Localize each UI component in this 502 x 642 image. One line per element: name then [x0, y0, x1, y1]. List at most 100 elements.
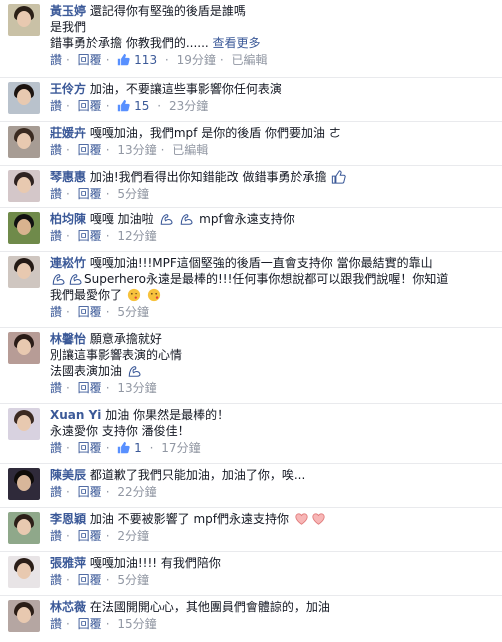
- comment-text: 嘎嘎加油!!!! 有我們陪你: [89, 556, 221, 570]
- timestamp[interactable]: 5分鐘: [117, 573, 149, 587]
- edited-label[interactable]: 已編輯: [232, 53, 268, 67]
- timestamp[interactable]: 5分鐘: [117, 187, 149, 201]
- commenter-name[interactable]: 林馨怡: [50, 332, 86, 346]
- like-count[interactable]: 1: [117, 441, 145, 455]
- comment: 王伶方 加油，不要讓這些事影響你任何表演 讚 · 回覆 · 15 · 23分鐘: [0, 78, 502, 122]
- like-button[interactable]: 讚: [50, 573, 62, 587]
- avatar[interactable]: [8, 468, 40, 500]
- kiss-emoji-icon: [147, 288, 160, 302]
- comment: 林馨怡 願意承擔就好 別讓這事影響表演的心情 法國表演加油 讚 · 回覆 · 13分…: [0, 328, 502, 404]
- commenter-name[interactable]: 琴惠惠: [50, 170, 86, 184]
- timestamp[interactable]: 5分鐘: [117, 305, 149, 319]
- like-button[interactable]: 讚: [50, 143, 62, 157]
- avatar[interactable]: [8, 256, 40, 288]
- timestamp[interactable]: 2分鐘: [117, 529, 149, 543]
- timestamp[interactable]: 23分鐘: [169, 99, 208, 113]
- timestamp[interactable]: 19分鐘: [177, 53, 216, 67]
- avatar[interactable]: [8, 556, 40, 588]
- comment: 張雅萍 嘎嘎加油!!!! 有我們陪你 讚 · 回覆 · 5分鐘: [0, 552, 502, 596]
- like-button[interactable]: 讚: [50, 53, 62, 67]
- comment: 林芯薇 在法國開開心心，其他團員們會體諒的，加油 讚 · 回覆 · 15分鐘: [0, 596, 502, 638]
- comment-actions: 讚 · 回覆 · 5分鐘: [50, 305, 149, 319]
- comment-text-line: 錯事勇於承擔 你教我們的......: [50, 36, 209, 50]
- comment: 莊媛卉 嘎嘎加油，我們mpf 是你的後盾 你們要加油 ㄜ 讚 · 回覆 · 13分鐘…: [0, 122, 502, 166]
- like-button[interactable]: 讚: [50, 229, 62, 243]
- comment-actions: 讚 · 回覆 · 1 · 17分鐘: [50, 441, 201, 455]
- comment-text: 加油，不要讓這些事影響你任何表演: [89, 82, 282, 96]
- comment-text: 在法國開開心心，其他團員們會體諒的，加油: [89, 600, 330, 614]
- reply-button[interactable]: 回覆: [78, 529, 102, 543]
- commenter-name[interactable]: 李恩穎: [50, 512, 86, 526]
- timestamp[interactable]: 22分鐘: [117, 485, 156, 499]
- timestamp[interactable]: 13分鐘: [117, 381, 156, 395]
- comment-text: 加油 不要被影響了 mpf們永遠支持你: [89, 512, 290, 526]
- like-button[interactable]: 讚: [50, 305, 62, 319]
- avatar[interactable]: [8, 408, 40, 440]
- heart-icon: [312, 513, 325, 525]
- thumbs-up-icon: [332, 170, 347, 184]
- like-button[interactable]: 讚: [50, 381, 62, 395]
- commenter-name[interactable]: 黃玉婷: [50, 4, 86, 18]
- like-count[interactable]: 15: [117, 99, 153, 113]
- comment-actions: 讚 · 回覆 · 22分鐘: [50, 485, 157, 499]
- reply-button[interactable]: 回覆: [78, 229, 102, 243]
- comment: 琴惠惠 加油!我們看得出你知錯能改 做錯事勇於承擔 讚 · 回覆 · 5分鐘: [0, 166, 502, 208]
- avatar[interactable]: [8, 332, 40, 364]
- comment-actions: 讚 · 回覆 · 15分鐘: [50, 617, 157, 631]
- comment-actions: 讚 · 回覆 · 13分鐘 · 已編輯: [50, 143, 209, 157]
- like-button[interactable]: 讚: [50, 441, 62, 455]
- commenter-name[interactable]: 王伶方: [50, 82, 86, 96]
- flexed-arm-icon: [160, 214, 172, 225]
- like-button[interactable]: 讚: [50, 529, 62, 543]
- reply-button[interactable]: 回覆: [78, 53, 102, 67]
- avatar[interactable]: [8, 126, 40, 158]
- reply-button[interactable]: 回覆: [78, 573, 102, 587]
- commenter-name[interactable]: 連崧竹: [50, 256, 86, 270]
- timestamp[interactable]: 17分鐘: [161, 441, 200, 455]
- commenter-name[interactable]: 陳美辰: [50, 468, 86, 482]
- commenter-name[interactable]: 柏均陳: [50, 212, 86, 226]
- see-more-link[interactable]: 查看更多: [213, 36, 261, 50]
- timestamp[interactable]: 13分鐘: [117, 143, 156, 157]
- timestamp[interactable]: 15分鐘: [117, 617, 156, 631]
- comment-text: 還記得你有堅強的後盾是誰嗎: [89, 4, 246, 18]
- comment-text: mpf會永遠支持你: [199, 212, 295, 226]
- avatar[interactable]: [8, 82, 40, 114]
- reply-button[interactable]: 回覆: [78, 99, 102, 113]
- reply-button[interactable]: 回覆: [78, 441, 102, 455]
- like-button[interactable]: 讚: [50, 617, 62, 631]
- timestamp[interactable]: 12分鐘: [117, 229, 156, 243]
- reply-button[interactable]: 回覆: [78, 617, 102, 631]
- comment-text: 都道歉了我們只能加油，加油了你，唉...: [89, 468, 306, 482]
- reply-button[interactable]: 回覆: [78, 381, 102, 395]
- flexed-arm-icon: [52, 274, 65, 285]
- comment-text: 加油 你果然是最棒的！: [105, 408, 230, 422]
- commenter-name[interactable]: Xuan Yi: [50, 408, 101, 422]
- commenter-name[interactable]: 張雅萍: [50, 556, 86, 570]
- commenter-name[interactable]: 莊媛卉: [50, 126, 86, 140]
- comment-text: 願意承擔就好: [89, 332, 162, 346]
- reply-button[interactable]: 回覆: [78, 305, 102, 319]
- avatar[interactable]: [8, 212, 40, 244]
- avatar[interactable]: [8, 512, 40, 544]
- like-button[interactable]: 讚: [50, 99, 62, 113]
- avatar[interactable]: [8, 170, 40, 202]
- commenter-name[interactable]: 林芯薇: [50, 600, 86, 614]
- thumbs-up-icon: [118, 53, 131, 66]
- comment-actions: 讚 · 回覆 · 5分鐘: [50, 187, 149, 201]
- avatar[interactable]: [8, 600, 40, 632]
- comment: 陳美辰 都道歉了我們只能加油，加油了你，唉... 讚 · 回覆 · 22分鐘: [0, 464, 502, 508]
- reply-button[interactable]: 回覆: [78, 485, 102, 499]
- comment-actions: 讚 · 回覆 · 13分鐘: [50, 381, 157, 395]
- reply-button[interactable]: 回覆: [78, 143, 102, 157]
- comment-text-line: 別讓這事影響表演的心情: [50, 348, 183, 362]
- like-button[interactable]: 讚: [50, 485, 62, 499]
- reply-button[interactable]: 回覆: [78, 187, 102, 201]
- edited-label[interactable]: 已編輯: [172, 143, 208, 157]
- like-button[interactable]: 讚: [50, 187, 62, 201]
- heart-icon: [295, 513, 308, 525]
- avatar[interactable]: [8, 4, 40, 36]
- comment-text-line: 是我們: [50, 20, 87, 34]
- comment-actions: 讚 · 回覆 · 12分鐘: [50, 229, 157, 243]
- like-count[interactable]: 113: [117, 53, 161, 67]
